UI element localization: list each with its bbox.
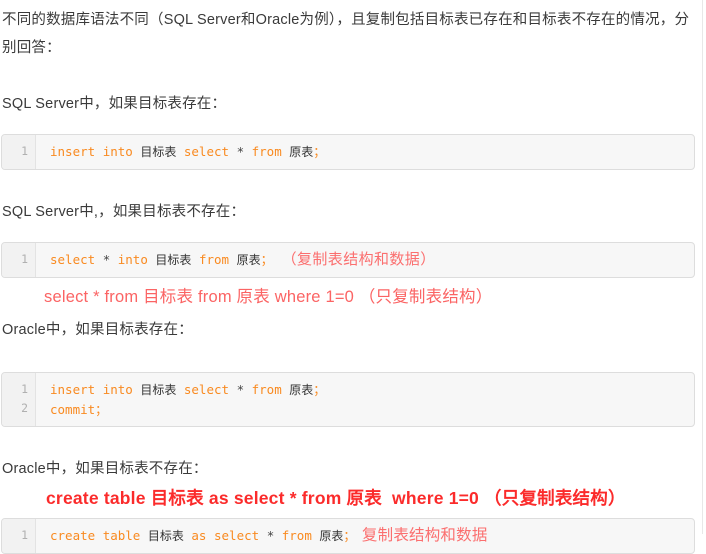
- sql-keyword: from: [251, 144, 282, 159]
- sql-keyword: select: [183, 144, 230, 159]
- sql-identifier: 原表: [289, 145, 314, 159]
- sql-keyword: select: [183, 382, 230, 397]
- line-number: 1: [21, 252, 28, 266]
- code-inline-annotation: （复制表结构和数据）: [289, 250, 436, 268]
- sql-operator: *: [236, 382, 245, 397]
- heading-oracle-table-exists: Oracle中，如果目标表存在：: [2, 322, 193, 338]
- code-body[interactable]: insert into 目标表 select * from 原表；: [36, 135, 694, 169]
- code-gutter: 1 2: [2, 373, 36, 426]
- code-block-sqlserver-insert-into[interactable]: 1 insert into 目标表 select * from 原表；: [1, 134, 695, 170]
- heading-sqlserver-table-exists: SQL Server中，如果目标表存在：: [2, 96, 227, 112]
- sql-keyword: insert: [50, 382, 96, 397]
- sql-identifier: 原表: [319, 529, 344, 543]
- line-number: 1: [21, 528, 28, 542]
- code-gutter: 1: [2, 519, 36, 553]
- code-body[interactable]: insert into 目标表 select * from 原表； commit…: [36, 373, 694, 426]
- line-number: 2: [21, 401, 28, 415]
- sql-keyword: insert: [50, 144, 96, 159]
- sql-keyword: from: [251, 382, 282, 397]
- content-right-divider: [702, 0, 703, 534]
- heading-sqlserver-table-not-exists: SQL Server中,，如果目标表不存在：: [2, 204, 246, 220]
- code-body[interactable]: select * into 目标表 from 原表； （复制表结构和数据）: [36, 243, 694, 277]
- sql-punctuation: ；: [95, 402, 108, 417]
- code-block-oracle-insert-into[interactable]: 1 2 insert into 目标表 select * from 原表； co…: [1, 372, 695, 427]
- code-gutter: 1: [2, 243, 36, 277]
- sql-identifier: 原表: [236, 253, 261, 267]
- code-block-oracle-create-table[interactable]: 1 create table 目标表 as select * from 原表；复…: [1, 518, 695, 554]
- sql-keyword: select: [50, 252, 96, 267]
- sql-keyword: from: [281, 528, 312, 543]
- sql-keyword: into: [117, 252, 148, 267]
- sql-keyword: as: [191, 528, 207, 543]
- sql-identifier: 目标表: [140, 383, 177, 397]
- line-number: 1: [21, 144, 28, 158]
- sql-keyword: table: [102, 528, 141, 543]
- annotation-sqlserver-structure-only: select * from 目标表 from 原表 where 1=0 （只复制…: [44, 288, 493, 306]
- line-number: 1: [21, 382, 28, 396]
- sql-keyword: select: [214, 528, 260, 543]
- sql-punctuation: ；: [313, 144, 326, 159]
- sql-keyword: create: [50, 528, 96, 543]
- intro-paragraph: 不同的数据库语法不同（SQL Server和Oracle为例），且复制包括目标表…: [2, 12, 690, 56]
- code-line: insert into 目标表 select * from 原表；: [50, 380, 686, 400]
- sql-identifier: 目标表: [155, 253, 192, 267]
- code-gutter: 1: [2, 135, 36, 169]
- sql-identifier: 目标表: [147, 529, 184, 543]
- sql-operator: *: [236, 144, 245, 159]
- code-line: create table 目标表 as select * from 原表； 复制表…: [50, 526, 686, 546]
- code-line: insert into 目标表 select * from 原表；: [50, 142, 686, 162]
- code-line: select * into 目标表 from 原表； （复制表结构和数据）: [50, 250, 686, 270]
- article-content: 不同的数据库语法不同（SQL Server和Oracle为例），且复制包括目标表…: [0, 0, 702, 554]
- code-block-sqlserver-select-into[interactable]: 1 select * into 目标表 from 原表； （复制表结构和数据）: [1, 242, 695, 278]
- sql-identifier: 原表: [289, 383, 314, 397]
- sql-keyword: into: [102, 144, 133, 159]
- sql-keyword: into: [102, 382, 133, 397]
- sql-keyword: from: [198, 252, 230, 267]
- sql-punctuation: ；: [313, 382, 326, 397]
- sql-identifier: 目标表: [140, 145, 177, 159]
- sql-punctuation: ；: [260, 252, 274, 267]
- page-root: 不同的数据库语法不同（SQL Server和Oracle为例），且复制包括目标表…: [0, 0, 706, 554]
- heading-oracle-table-not-exists: Oracle中，如果目标表不存在：: [2, 461, 208, 477]
- annotation-oracle-structure-only: create table 目标表 as select * from 原表 whe…: [46, 488, 626, 508]
- code-body[interactable]: create table 目标表 as select * from 原表； 复制表…: [36, 519, 694, 553]
- code-line: commit；: [50, 400, 686, 419]
- sql-keyword: commit: [50, 402, 96, 417]
- code-inline-annotation: 复制表结构和数据: [361, 526, 488, 544]
- sql-punctuation: ；: [343, 528, 356, 543]
